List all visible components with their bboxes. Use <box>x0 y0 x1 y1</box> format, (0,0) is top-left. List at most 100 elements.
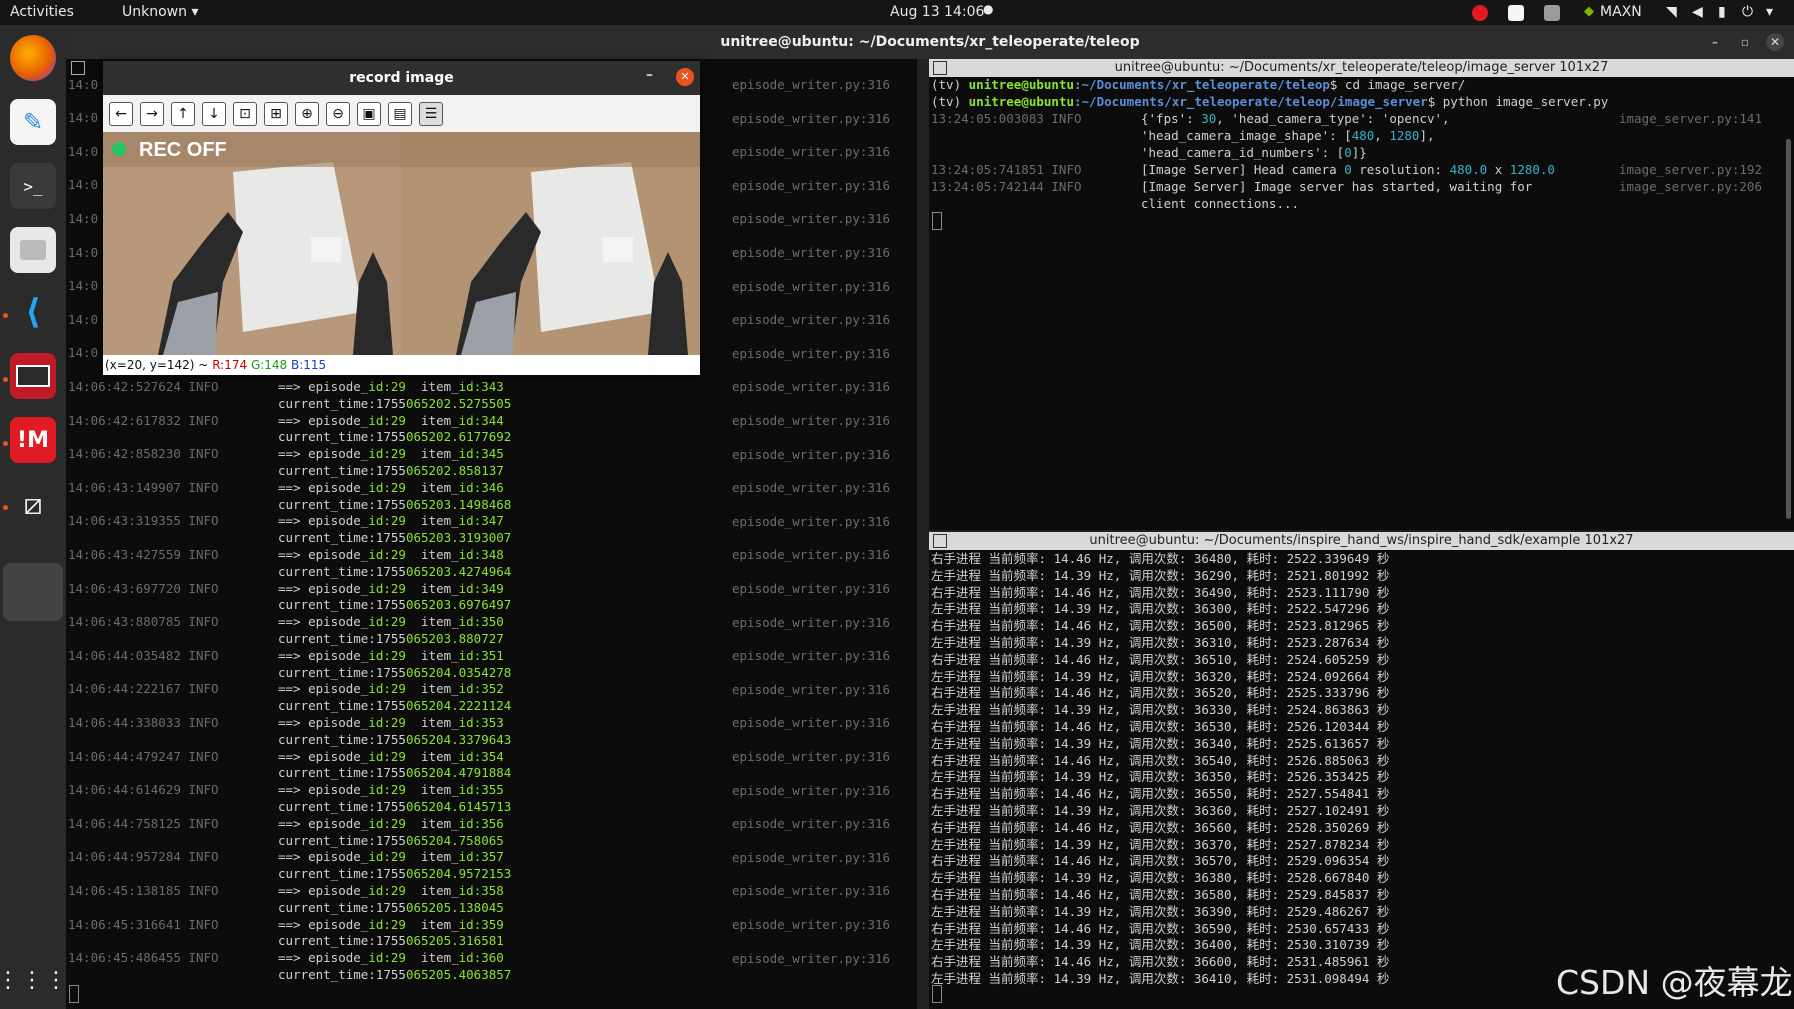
pan-down-icon[interactable]: ↓ <box>202 102 226 126</box>
source-ref: episode_writer.py:316 <box>732 144 891 160</box>
camera-preview-image[interactable]: REC OFF <box>103 132 700 355</box>
show-apps-icon[interactable]: ⋮⋮⋮ <box>0 957 67 1003</box>
item-id: 343 <box>481 379 504 394</box>
scrollbar[interactable] <box>1786 139 1791 519</box>
app-logo-icon[interactable]: ⧄ <box>10 481 56 527</box>
source-ref: episode_writer.py:316 <box>732 648 891 664</box>
window-titlebar[interactable]: unitree@ubuntu: ~/Documents/xr_teleopera… <box>66 25 1794 59</box>
files-icon[interactable] <box>10 227 56 273</box>
hand-log-line: 左手进程 当前频率: 14.39 Hz, 调用次数: 36330, 耗时: 25… <box>931 702 1390 718</box>
system-monitor-icon[interactable] <box>1544 5 1560 21</box>
pixel-coords: (x=20, y=142) ~ <box>105 358 209 372</box>
current-time-label: current_time:1755 <box>278 799 406 814</box>
pane-menu-icon[interactable] <box>933 534 947 548</box>
pane-titlebar[interactable]: unitree@ubuntu: ~/Documents/xr_teleopera… <box>929 59 1794 77</box>
pane-menu-icon[interactable] <box>71 61 85 75</box>
firefox-icon[interactable] <box>10 35 56 81</box>
hand-log-line: 左手进程 当前频率: 14.39 Hz, 调用次数: 36340, 耗时: 25… <box>931 735 1390 751</box>
chevron-down-icon[interactable]: ▾ <box>1766 4 1773 20</box>
current-time-label: current_time:1755 <box>278 496 406 512</box>
current-time-value: 065205.4063857 <box>405 967 512 982</box>
nvidia-icon[interactable]: ◆ <box>1584 4 1594 19</box>
record-image-window[interactable]: record image – ✕ ← → ↑ ↓ ⊡ ⊞ ⊕ ⊖ ▣ ▤ ☰ R… <box>103 61 700 375</box>
episode-prefix: ==> episode_ <box>278 782 369 798</box>
log-level: INFO <box>188 849 219 865</box>
log-timestamp: 14:06:42:858230 <box>68 446 181 462</box>
clock[interactable]: Aug 13 14:06 <box>890 4 984 20</box>
pan-up-icon[interactable]: ↑ <box>171 102 195 126</box>
power-icon[interactable]: ⏻ <box>1742 4 1753 20</box>
episode-id: id:29 <box>368 681 406 697</box>
episode-id: id:29 <box>368 815 406 831</box>
current-time-label: current_time:1755 <box>278 563 406 579</box>
pan-right-icon[interactable]: → <box>140 102 164 126</box>
pane-menu-icon[interactable] <box>933 61 947 75</box>
text-editor-icon[interactable]: ✎ <box>10 99 56 145</box>
save-icon[interactable]: ▣ <box>357 102 381 126</box>
microphone-icon[interactable]: ▮ <box>1718 4 1726 20</box>
pan-left-icon[interactable]: ← <box>109 102 133 126</box>
active-window-icon[interactable] <box>3 563 63 621</box>
prompt-user: unitree@ubuntu <box>968 77 1074 92</box>
close-icon[interactable]: ✕ <box>676 68 694 86</box>
log-level: INFO <box>188 883 219 898</box>
item-id: 358 <box>481 883 504 898</box>
log-level: INFO <box>188 681 219 697</box>
record-window-titlebar[interactable]: record image – ✕ <box>103 61 700 95</box>
do-not-disturb-icon[interactable] <box>1472 5 1488 21</box>
log-text: resolution: <box>1351 162 1450 177</box>
zoom-in-icon[interactable]: ⊕ <box>295 102 319 126</box>
source-ref: episode_writer.py:316 <box>732 110 891 126</box>
terminal-cursor <box>69 985 79 1003</box>
current-time-label: current_time:1755 <box>278 631 406 646</box>
source-ref: episode_writer.py:316 <box>732 312 891 328</box>
hand-log-line: 左手进程 当前频率: 14.39 Hz, 调用次数: 36310, 耗时: 25… <box>931 635 1390 650</box>
image-server-terminal[interactable]: unitree@ubuntu: ~/Documents/xr_teleopera… <box>929 59 1794 530</box>
log-timestamp: 14:0 <box>68 345 99 360</box>
telegram-tray-icon[interactable] <box>1508 5 1524 21</box>
zoom-fit-icon[interactable]: ⊡ <box>233 102 257 126</box>
volume-icon[interactable]: ◀ <box>1692 4 1703 20</box>
hand-terminal[interactable]: unitree@ubuntu: ~/Documents/inspire_hand… <box>929 532 1794 1009</box>
episode-prefix: ==> episode_ <box>278 614 369 630</box>
wifi-icon[interactable]: ◥ <box>1666 4 1677 20</box>
minimize-icon[interactable]: – <box>646 67 653 83</box>
properties-icon[interactable]: ▤ <box>388 102 412 126</box>
vscode-icon[interactable]: ⟨ <box>10 289 56 335</box>
app-menu[interactable]: Unknown ▾ <box>122 4 198 20</box>
recorder-app-icon[interactable] <box>10 353 56 399</box>
source-ref: episode_writer.py:316 <box>732 480 891 496</box>
minimize-icon[interactable]: – <box>1706 33 1724 51</box>
episode-id: id:29 <box>368 916 406 932</box>
pane-titlebar[interactable]: unitree@ubuntu: ~/Documents/inspire_hand… <box>929 532 1794 550</box>
episode-id: id:29 <box>368 412 406 428</box>
item-prefix: item_ <box>421 782 459 798</box>
running-indicator <box>3 313 8 318</box>
hand-log-line: 右手进程 当前频率: 14.46 Hz, 调用次数: 36530, 耗时: 25… <box>931 719 1390 734</box>
source-ref: episode_writer.py:316 <box>732 681 891 697</box>
source-ref: episode_writer.py:316 <box>732 816 891 832</box>
log-timestamp: 14:0 <box>68 177 99 192</box>
maximize-icon[interactable]: ▫ <box>1736 33 1754 51</box>
prompt-path: :~/Documents/xr_teleoperate/teleop/image… <box>1074 94 1428 109</box>
pane-divider[interactable] <box>917 59 929 1009</box>
zoom-reset-icon[interactable]: ⊞ <box>264 102 288 126</box>
zoom-out-icon[interactable]: ⊖ <box>326 102 350 126</box>
current-time-value: 065202.6177692 <box>405 429 512 445</box>
terminal-icon[interactable]: >_ <box>10 163 56 209</box>
log-timestamp: 14:06:45:138185 <box>68 883 181 898</box>
item-key: id: <box>458 782 482 798</box>
power-mode-label[interactable]: MAXN <box>1600 4 1642 20</box>
item-id: 355 <box>481 782 504 798</box>
settings-icon[interactable]: ☰ <box>419 102 443 126</box>
close-icon[interactable]: ✕ <box>1766 33 1784 51</box>
item-prefix: item_ <box>421 614 459 630</box>
monitor-app-icon[interactable]: !M <box>10 417 56 463</box>
episode-prefix: ==> episode_ <box>278 412 369 428</box>
source-ref: image_server.py:141 <box>1619 111 1762 126</box>
log-timestamp: 14:0 <box>68 245 99 260</box>
current-time-value: 065205.138045 <box>405 899 504 915</box>
activities-button[interactable]: Activities <box>10 4 74 20</box>
item-prefix: item_ <box>421 479 459 495</box>
episode-id: id:29 <box>368 748 406 764</box>
